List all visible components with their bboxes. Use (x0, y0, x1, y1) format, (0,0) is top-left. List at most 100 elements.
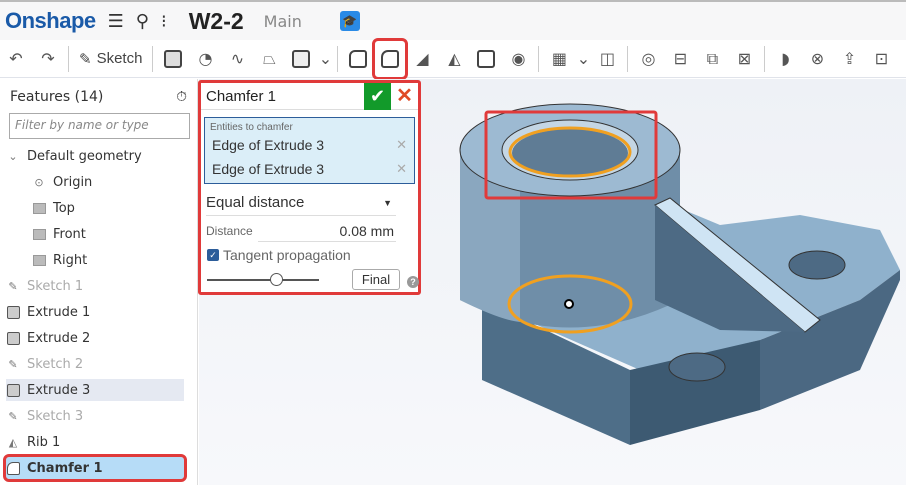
feature-label: Chamfer 1 (27, 460, 103, 476)
chamfer-icon (6, 461, 20, 475)
feature-item-chamfer-1[interactable]: Chamfer 1 (3, 454, 187, 482)
extrude-icon (6, 383, 20, 397)
document-title[interactable]: W2-2 (189, 8, 244, 35)
plane-icon (32, 253, 46, 267)
feature-item-extrude-1[interactable]: Extrude 1 (6, 301, 184, 323)
feature-label: Front (53, 226, 86, 242)
entity-label: Edge of Extrude 3 (212, 137, 325, 153)
feature-item-default-geometry[interactable]: ⌄ Default geometry (6, 145, 184, 167)
chamfer-type-select[interactable]: Equal distance ▼ (206, 190, 396, 216)
feature-item-sketch-3[interactable]: ✎ Sketch 3 (6, 405, 184, 427)
hole-icon[interactable]: ◉ (503, 44, 533, 74)
feature-label: Origin (53, 174, 93, 190)
dialog-title[interactable]: Chamfer 1 (201, 88, 364, 105)
chevron-down-icon[interactable]: ⌄ (318, 44, 332, 74)
version-graph-icon[interactable]: ⚲ (136, 11, 149, 32)
learning-center-icon[interactable]: 🎓 (339, 11, 360, 31)
insert-icon[interactable]: ⁝ (161, 11, 167, 32)
top-bar: Onshape ☰ ⚲ ⁝ W2-2 Main 🎓 (0, 0, 906, 40)
remove-icon[interactable]: ✕ (396, 137, 407, 153)
sketch-icon: ✎ (8, 357, 18, 371)
boolean-icon[interactable]: ◎ (633, 44, 663, 74)
distance-input[interactable]: 0.08 mm (258, 221, 396, 242)
entities-label: Entities to chamfer (210, 122, 293, 133)
final-button[interactable]: Final (352, 269, 400, 290)
chevron-down-icon: ⌄ (8, 149, 18, 163)
feature-label: Top (53, 200, 75, 216)
delete-face-icon[interactable]: ⊗ (802, 44, 832, 74)
tangent-propagation-checkbox[interactable]: ✓ (207, 249, 219, 261)
pattern-icon[interactable]: ▦ (544, 44, 574, 74)
feature-item-origin[interactable]: ⊙ Origin (6, 171, 184, 193)
rollback-timer-icon[interactable]: ⏱ (176, 89, 187, 105)
sweep-icon[interactable]: ∿ (222, 44, 252, 74)
feature-item-sketch-1[interactable]: ✎ Sketch 1 (6, 275, 184, 297)
extrude-icon (6, 331, 20, 345)
feature-item-front[interactable]: Front (6, 223, 184, 245)
feature-item-sketch-2[interactable]: ✎ Sketch 2 (6, 353, 184, 375)
split-icon[interactable]: ⊟ (665, 44, 695, 74)
fillet-icon[interactable] (343, 44, 373, 74)
plane-icon (32, 227, 46, 241)
filter-input[interactable]: Filter by name or type (9, 113, 190, 139)
divider (627, 45, 629, 72)
rib-icon[interactable]: ◭ (439, 44, 469, 74)
sketch-button[interactable]: ✎ Sketch (73, 50, 148, 68)
draft-icon[interactable]: ◢ (407, 44, 437, 74)
shell-icon[interactable] (471, 44, 501, 74)
revolve-icon[interactable]: ◔ (190, 44, 220, 74)
tangent-label: Tangent propagation (223, 247, 351, 263)
entity-item[interactable]: Edge of Extrude 3 ✕ (205, 133, 414, 157)
mirror-icon[interactable]: ◫ (592, 44, 622, 74)
feature-item-extrude-2[interactable]: Extrude 2 (6, 327, 184, 349)
modify-fillet-icon[interactable]: ◗ (770, 44, 800, 74)
loft-icon[interactable]: ⏢ (254, 44, 284, 74)
detail-slider[interactable] (207, 273, 319, 286)
feature-toolbar: ↶ ↷ ✎ Sketch ◔ ∿ ⏢ ⌄ ◢ ◭ ◉ ▦ ⌄ ◫ ◎ ⊟ ⧉ ⊠ … (0, 37, 906, 80)
slider-thumb[interactable] (270, 273, 284, 286)
replace-face-icon[interactable]: ⊡ (866, 44, 896, 74)
feature-item-top[interactable]: Top (6, 197, 184, 219)
transform-icon[interactable]: ⧉ (697, 44, 727, 74)
entities-selection-box[interactable]: Entities to chamfer Edge of Extrude 3 ✕ E… (204, 117, 415, 184)
redo-icon[interactable]: ↷ (33, 44, 63, 74)
feature-label: Default geometry (27, 148, 142, 164)
extrude-icon (6, 305, 20, 319)
feature-label: Sketch 2 (27, 356, 84, 372)
plane-icon (32, 201, 46, 215)
part-model[interactable] (440, 90, 906, 460)
origin-icon: ⊙ (34, 175, 44, 189)
feature-item-rib-1[interactable]: ◭ Rib 1 (6, 431, 184, 453)
feature-label: Extrude 3 (27, 382, 91, 398)
distance-label: Distance (206, 224, 253, 238)
onshape-logo[interactable]: Onshape (5, 8, 96, 34)
cancel-x-icon[interactable]: ✕ (391, 83, 418, 110)
undo-icon[interactable]: ↶ (1, 44, 31, 74)
feature-label: Sketch 1 (27, 278, 84, 294)
branch-name[interactable]: Main (264, 12, 302, 31)
sketch-label: Sketch (96, 50, 143, 67)
feature-item-extrude-3[interactable]: Extrude 3 (6, 379, 184, 401)
entity-label: Edge of Extrude 3 (212, 161, 325, 177)
feature-label: Rib 1 (27, 434, 61, 450)
divider (764, 45, 766, 72)
extrude-icon[interactable] (158, 44, 188, 74)
features-title: Features (14) (10, 89, 104, 105)
divider (337, 45, 339, 72)
help-icon[interactable]: ? (407, 276, 419, 288)
move-face-icon[interactable]: ⇪ (834, 44, 864, 74)
chamfer-dialog: Chamfer 1 ✔ ✕ Entities to chamfer Edge o… (198, 80, 421, 295)
feature-list: Features (14) ⏱ Filter by name or type ⌄ D… (0, 79, 198, 485)
entity-item[interactable]: Edge of Extrude 3 ✕ (205, 157, 414, 181)
chamfer-icon[interactable] (372, 37, 409, 80)
feature-item-right[interactable]: Right (6, 249, 184, 271)
chevron-down-icon[interactable]: ⌄ (576, 44, 590, 74)
pencil-icon: ✎ (79, 50, 92, 68)
chamfer-type-value: Equal distance (206, 194, 305, 211)
thicken-icon[interactable] (286, 44, 316, 74)
delete-part-icon[interactable]: ⊠ (729, 44, 759, 74)
accept-checkmark-icon[interactable]: ✔ (364, 82, 391, 110)
remove-icon[interactable]: ✕ (396, 161, 407, 177)
feature-label: Extrude 2 (27, 330, 91, 346)
menu-icon[interactable]: ☰ (108, 11, 124, 32)
